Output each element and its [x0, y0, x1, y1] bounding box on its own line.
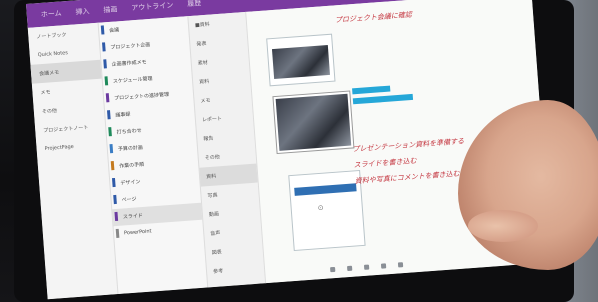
highlight-bar	[352, 93, 414, 105]
user-thumb	[468, 210, 538, 242]
slide-thumbnail[interactable]	[266, 33, 336, 87]
handwritten-note: 資料や写真にコメントを書き込む	[354, 169, 460, 186]
tab-history[interactable]: 履歴	[187, 0, 202, 9]
tab-draw[interactable]: 描画	[103, 4, 118, 15]
highlight-bar	[352, 85, 391, 95]
taskbar-icon[interactable]	[346, 265, 353, 271]
group-photo	[275, 93, 352, 151]
taskbar-icon[interactable]	[363, 264, 370, 270]
notebook-item[interactable]: ProjectPage	[36, 136, 107, 159]
taskbar-icon[interactable]	[380, 262, 387, 269]
tab-outline[interactable]: アウトライン	[131, 0, 174, 13]
photo-block[interactable]	[272, 90, 355, 155]
tab-home[interactable]: ホーム	[40, 8, 62, 19]
taskbar-icon[interactable]	[330, 266, 336, 272]
slide-icon: ⊙	[317, 203, 324, 213]
handwritten-note: スライドを書き込む	[353, 156, 417, 170]
slide-photo	[271, 45, 331, 80]
handwritten-note: プロジェクト会議に確認	[334, 10, 413, 25]
tab-insert[interactable]: 挿入	[75, 6, 90, 17]
taskbar-icon[interactable]	[397, 261, 404, 267]
slide-header	[294, 183, 357, 196]
handwritten-note: プレゼンテーション資料を準備する	[352, 137, 465, 154]
